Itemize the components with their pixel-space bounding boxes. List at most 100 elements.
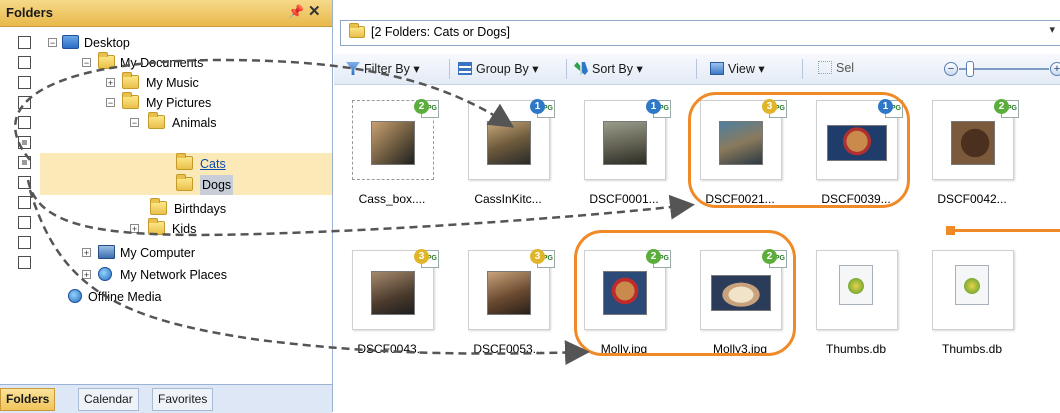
thumbnail-item[interactable]: JPG 3 DSCF0043... bbox=[342, 249, 446, 370]
thumbnail-item[interactable]: JPG 2 Cass_box.... bbox=[342, 99, 446, 220]
tab-favorites[interactable]: Favorites bbox=[152, 388, 214, 411]
checkbox-my-computer[interactable] bbox=[18, 216, 31, 229]
content-panel: [2 Folders: Cats or Dogs] ▾ Filter By ▾ … bbox=[334, 0, 1060, 412]
tree-item-my-computer[interactable]: + My Computer bbox=[82, 243, 282, 263]
checkbox-animals[interactable] bbox=[18, 116, 31, 129]
thumbnail-item[interactable]: JPG 1 DSCF0039... bbox=[806, 99, 910, 220]
thumbnail-label: DSCF0039... bbox=[821, 192, 891, 206]
tree-item-cats[interactable]: Cats bbox=[176, 153, 256, 174]
tree-item-offline-media[interactable]: Offline Media bbox=[68, 287, 268, 307]
tree-item-label: My Documents bbox=[120, 56, 204, 70]
tree-item-my-pictures[interactable]: − My Pictures bbox=[106, 92, 306, 113]
folder-icon bbox=[150, 198, 167, 215]
thumbnail-item[interactable]: JPG 1 CassInKitc... bbox=[458, 99, 562, 220]
folder-icon bbox=[176, 174, 193, 191]
collapse-icon[interactable]: − bbox=[48, 38, 57, 48]
expand-icon[interactable]: + bbox=[82, 248, 91, 258]
tab-calendar[interactable]: Calendar bbox=[78, 388, 139, 411]
folder-icon bbox=[148, 218, 165, 235]
tree-item-label: My Network Places bbox=[120, 268, 227, 282]
tree-item-label: My Pictures bbox=[146, 96, 212, 110]
thumbnail-frame: JPG 3 bbox=[468, 249, 555, 330]
database-file-icon bbox=[839, 265, 873, 305]
tree-item-birthdays[interactable]: Birthdays bbox=[150, 198, 300, 219]
rating-badge: 3 bbox=[762, 99, 777, 114]
group-by-button[interactable]: Group By ▾ bbox=[458, 61, 539, 76]
tree-item-label: My Computer bbox=[120, 246, 196, 260]
thumbnail-frame: JPG 1 bbox=[584, 99, 671, 180]
expand-icon[interactable]: + bbox=[82, 270, 91, 280]
thumbnail-frame bbox=[816, 250, 898, 330]
view-button[interactable]: View ▾ bbox=[710, 61, 765, 76]
dog-photo bbox=[711, 275, 771, 311]
expand-icon[interactable]: + bbox=[106, 78, 115, 88]
chevron-down-icon[interactable]: ▾ bbox=[1049, 23, 1055, 36]
sort-by-label: Sort By bbox=[592, 62, 633, 76]
thumbnail-item[interactable]: JPG 1 DSCF0001... bbox=[574, 99, 678, 220]
view-icon bbox=[710, 62, 724, 75]
toolbar-separator bbox=[449, 59, 450, 79]
group-by-label: Group By bbox=[476, 62, 529, 76]
thumbnail-label: Molly3.jpg bbox=[712, 342, 768, 356]
tree-item-my-documents[interactable]: − My Documents bbox=[82, 52, 282, 73]
thumbnail-item[interactable]: JPG 3 DSCF0021... bbox=[690, 99, 794, 220]
rating-badge: 3 bbox=[414, 249, 429, 264]
thumbnail-label: DSCF0021... bbox=[705, 192, 775, 206]
cat-photo bbox=[371, 271, 415, 315]
collapse-icon[interactable]: − bbox=[130, 118, 139, 128]
thumbnail-frame: JPG 2 bbox=[932, 99, 1019, 180]
sort-by-button[interactable]: Sort By ▾ bbox=[574, 61, 643, 76]
checkbox-my-network-places[interactable] bbox=[18, 236, 31, 249]
thumbnail-frame bbox=[932, 250, 1014, 330]
zoom-in-icon[interactable]: + bbox=[1050, 62, 1060, 76]
checkbox-birthdays[interactable] bbox=[18, 176, 31, 189]
thumbnail-label: Thumbs.db bbox=[941, 342, 1003, 356]
rating-badge: 2 bbox=[646, 249, 661, 264]
checkbox-cats[interactable] bbox=[18, 136, 31, 149]
thumbnail-item[interactable]: JPG 2 Molly.jpg bbox=[574, 249, 678, 370]
expand-icon[interactable]: + bbox=[130, 224, 139, 234]
documents-folder-icon bbox=[98, 52, 115, 69]
tree-item-label: Offline Media bbox=[88, 290, 162, 304]
thumbnail-item[interactable]: Thumbs.db bbox=[806, 250, 910, 370]
zoom-out-icon[interactable]: − bbox=[944, 62, 958, 76]
select-button[interactable]: Sel bbox=[818, 61, 854, 75]
filter-by-button[interactable]: Filter By ▾ bbox=[346, 61, 420, 76]
thumbnail-item[interactable]: Thumbs.db bbox=[922, 250, 1026, 370]
view-label: View bbox=[728, 62, 755, 76]
thumbnail-frame: JPG 2 bbox=[584, 249, 671, 330]
tree-item-kids[interactable]: + Kids bbox=[130, 218, 280, 239]
tree-item-desktop[interactable]: − Desktop bbox=[48, 33, 248, 53]
sort-icon bbox=[574, 62, 588, 75]
checkbox-my-music[interactable] bbox=[18, 76, 31, 89]
tree-item-animals[interactable]: − Animals bbox=[130, 112, 330, 133]
callout-line bbox=[954, 229, 1060, 232]
folder-icon bbox=[148, 112, 165, 129]
checkbox-my-documents[interactable] bbox=[18, 56, 31, 69]
rating-badge: 1 bbox=[646, 99, 661, 114]
folder-icon bbox=[349, 23, 365, 38]
cat-photo bbox=[603, 121, 647, 165]
computer-icon bbox=[98, 245, 115, 259]
folders-panel-header: Folders 📌 ✕ bbox=[0, 0, 332, 27]
thumbnail-item[interactable]: JPG 3 DSCF0053... bbox=[458, 249, 562, 370]
checkbox-offline-media[interactable] bbox=[18, 256, 31, 269]
tree-item-my-network-places[interactable]: + My Network Places bbox=[82, 265, 302, 285]
tree-item-dogs[interactable]: Dogs bbox=[176, 174, 256, 195]
address-bar[interactable]: [2 Folders: Cats or Dogs] ▾ bbox=[340, 20, 1060, 46]
zoom-slider-thumb[interactable] bbox=[966, 61, 974, 77]
thumbnail-item[interactable]: JPG 2 Molly3.jpg bbox=[690, 249, 794, 370]
thumbnail-frame: JPG 2 bbox=[352, 99, 439, 180]
thumbnail-item[interactable]: JPG 2 DSCF0042... bbox=[922, 99, 1026, 220]
tree-item-my-music[interactable]: + My Music bbox=[106, 72, 306, 93]
checkbox-my-pictures[interactable] bbox=[18, 96, 31, 109]
collapse-icon[interactable]: − bbox=[106, 98, 115, 108]
checkbox-desktop[interactable] bbox=[18, 36, 31, 49]
tab-folders[interactable]: Folders bbox=[0, 388, 56, 411]
pin-icon[interactable]: 📌 bbox=[288, 4, 304, 20]
collapse-icon[interactable]: − bbox=[82, 58, 91, 68]
checkbox-kids[interactable] bbox=[18, 196, 31, 209]
thumbnail-frame: JPG 1 bbox=[468, 99, 555, 180]
checkbox-dogs[interactable] bbox=[18, 156, 31, 169]
close-icon[interactable]: ✕ bbox=[308, 2, 321, 20]
